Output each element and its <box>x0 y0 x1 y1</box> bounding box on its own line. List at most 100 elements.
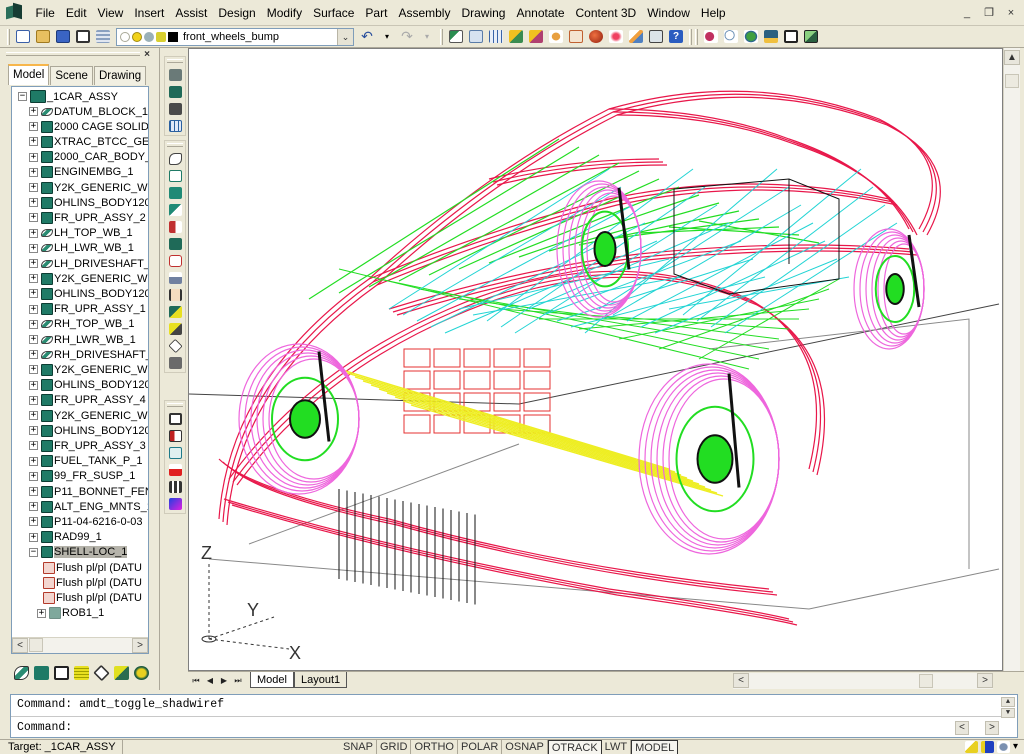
view-tool-3[interactable] <box>742 28 760 46</box>
collapse-toggle[interactable]: − <box>29 547 38 557</box>
menu-edit[interactable]: Edit <box>60 0 92 26</box>
tool-button-5[interactable] <box>527 28 545 46</box>
scroll-thumb[interactable] <box>919 674 933 688</box>
expand-toggle[interactable]: + <box>29 350 38 360</box>
scroll-thumb[interactable] <box>29 638 43 652</box>
expand-toggle[interactable]: + <box>29 487 38 496</box>
tree-item[interactable]: + LH_LWR_WB_1 <box>29 241 134 256</box>
tool-button-1[interactable] <box>447 28 465 46</box>
tree-item[interactable]: + P11-04-6216-0-03 <box>29 514 142 529</box>
tab-layout1[interactable]: Layout1 <box>294 672 348 688</box>
app-logo-icon[interactable] <box>4 2 26 23</box>
tree-item[interactable]: Flush pl/pl (DATU <box>43 575 142 590</box>
menu-assembly[interactable]: Assembly <box>393 0 456 26</box>
redo-dropdown[interactable]: ▾ <box>418 28 436 46</box>
communication-center-icon[interactable] <box>964 741 978 753</box>
undo-button[interactable]: ↶ <box>358 28 376 46</box>
menu-help[interactable]: Help <box>695 0 731 26</box>
viewport-vertical-scrollbar[interactable]: ▲ <box>1003 48 1020 671</box>
expand-toggle[interactable]: + <box>29 152 38 162</box>
menu-annotate[interactable]: Annotate <box>511 0 570 26</box>
expand-toggle[interactable]: + <box>29 198 38 208</box>
scroll-right-button[interactable]: > <box>977 673 993 688</box>
toolbar-grip[interactable] <box>695 28 698 45</box>
cad-standards-icon[interactable] <box>980 741 994 753</box>
tree-item[interactable]: + XTRAC_BTCC_GEA <box>29 134 148 149</box>
tree-item[interactable]: + FR_UPR_ASSY_3 <box>29 438 146 453</box>
catalog-icon[interactable] <box>54 666 69 680</box>
tool-button-2[interactable] <box>467 28 485 46</box>
scroll-right-button[interactable]: > <box>132 638 148 653</box>
tree-item[interactable]: + ROB1_1 <box>37 606 104 621</box>
tab-scene[interactable]: Scene <box>50 66 93 85</box>
expand-toggle[interactable]: + <box>29 471 38 481</box>
toolbar-grip[interactable] <box>167 143 183 147</box>
scroll-thumb[interactable] <box>1005 74 1019 88</box>
tool-button-6[interactable] <box>547 28 565 46</box>
expand-toggle[interactable]: + <box>29 517 38 527</box>
tray-menu-chevron-icon[interactable]: ▾ <box>1013 741 1018 753</box>
view-tool-5[interactable] <box>782 28 800 46</box>
collapse-toggle[interactable]: − <box>18 92 27 101</box>
tree-item[interactable]: +99_FR_SUSP_1 <box>29 469 135 484</box>
expand-toggle[interactable]: + <box>29 456 38 466</box>
osnap-toggle[interactable]: OSNAP <box>502 740 548 754</box>
scroll-left-button[interactable]: < <box>733 673 749 688</box>
first-tab-button[interactable]: ⏮ <box>190 674 202 687</box>
undo-dropdown[interactable]: ▾ <box>378 28 396 46</box>
expand-toggle[interactable]: + <box>29 259 38 268</box>
tree-item[interactable]: + FUEL_TANK_P_1 <box>29 454 142 469</box>
toolbar-grip[interactable] <box>7 28 10 45</box>
scene-icon[interactable] <box>93 664 110 682</box>
lwt-toggle[interactable]: LWT <box>602 740 632 754</box>
expand-toggle[interactable]: + <box>29 213 38 223</box>
open-button[interactable] <box>34 28 52 46</box>
expand-toggle[interactable]: + <box>29 426 38 436</box>
restore-button[interactable]: ❐ <box>980 6 998 21</box>
redo-button[interactable]: ↷ <box>398 28 416 46</box>
tree-item[interactable]: − SHELL-LOC_1 <box>29 545 128 560</box>
new-button[interactable] <box>14 28 32 46</box>
tool-copy[interactable] <box>166 355 184 370</box>
menu-assist[interactable]: Assist <box>170 0 213 26</box>
tool-pattern[interactable] <box>166 304 184 319</box>
expand-toggle[interactable]: + <box>37 608 46 618</box>
tool-loft[interactable] <box>166 219 184 234</box>
tool-hole[interactable] <box>166 236 184 251</box>
menu-file[interactable]: File <box>30 0 60 26</box>
xref-icon[interactable] <box>996 741 1010 753</box>
menu-part[interactable]: Part <box>360 0 393 26</box>
view-tool-6[interactable] <box>802 28 820 46</box>
explode-icon[interactable] <box>114 666 129 680</box>
scroll-down-button[interactable]: ▼ <box>1001 708 1015 718</box>
tool-extrude[interactable] <box>166 168 184 183</box>
tool-button-11[interactable] <box>647 28 665 46</box>
scroll-right-button[interactable]: > <box>985 721 999 735</box>
tool-button-7[interactable] <box>567 28 585 46</box>
tool-revolve[interactable] <box>166 185 184 200</box>
tree-item[interactable]: + OHLINS_BODY120 <box>29 195 148 210</box>
drawing-view-button[interactable] <box>166 101 184 116</box>
tree-horizontal-scrollbar[interactable]: < > <box>12 637 148 653</box>
polar-toggle[interactable]: POLAR <box>458 740 503 754</box>
tree-item[interactable]: + LH_DRIVESHAFT_ <box>29 256 148 271</box>
tool-section[interactable] <box>166 428 184 443</box>
model-toggle[interactable]: MODEL <box>631 740 679 754</box>
scroll-up-button[interactable]: ▲ <box>1004 50 1020 65</box>
otrack-toggle[interactable]: OTRACK <box>547 740 602 754</box>
menu-content-3d[interactable]: Content 3D <box>570 0 642 26</box>
tab-drawing[interactable]: Drawing <box>93 66 147 85</box>
layers-button[interactable] <box>94 28 112 46</box>
new-assembly-button[interactable] <box>166 84 184 99</box>
viewport-horizontal-scrollbar[interactable]: < > <box>733 673 993 689</box>
menu-view[interactable]: View <box>92 0 129 26</box>
expand-toggle[interactable]: + <box>29 243 38 253</box>
close-button[interactable]: × <box>1002 6 1020 21</box>
tool-shell[interactable] <box>166 287 184 302</box>
expand-toggle[interactable]: + <box>29 365 38 375</box>
expand-toggle[interactable]: + <box>29 380 38 390</box>
tree-item[interactable]: Flush pl/pl (DATU <box>43 590 142 605</box>
new-part-button[interactable] <box>166 67 184 82</box>
tree-item[interactable]: + P11_BONNET_FEN <box>29 484 148 499</box>
next-tab-button[interactable]: ▶ <box>218 674 230 687</box>
